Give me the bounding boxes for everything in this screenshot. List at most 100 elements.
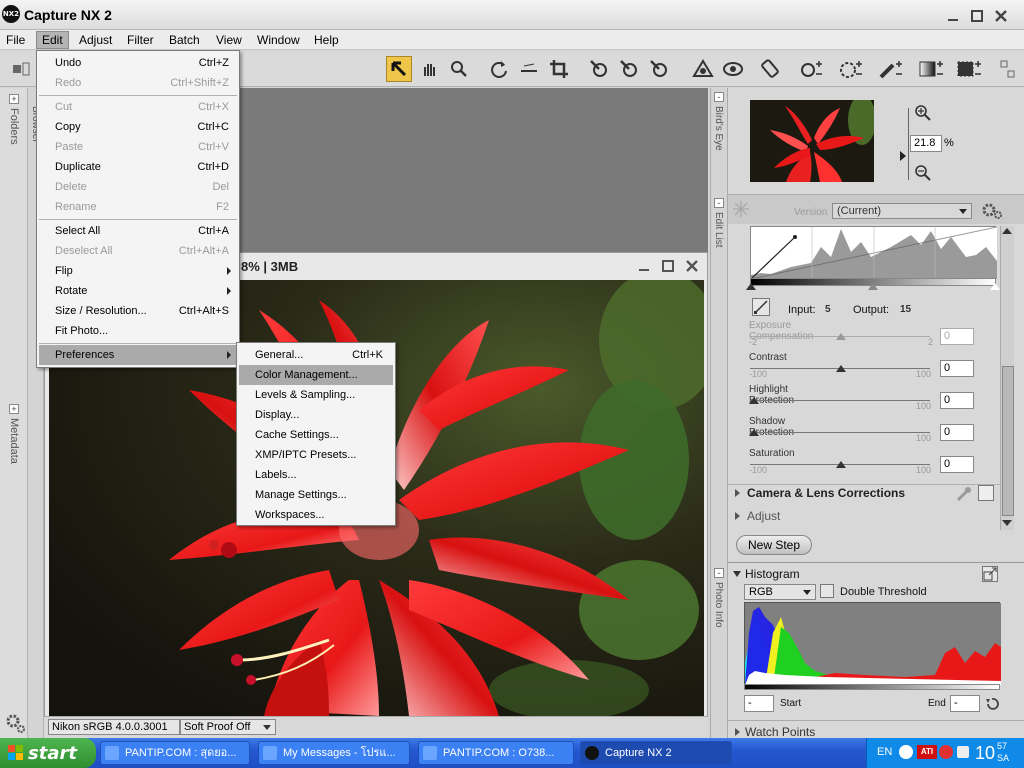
menu-view[interactable]: View <box>216 33 242 47</box>
task-capture-nx2[interactable]: Capture NX 2 <box>580 741 732 765</box>
soft-proof-dropdown[interactable]: Soft Proof Off <box>180 719 276 735</box>
panel-toggle-icon[interactable] <box>8 56 34 82</box>
black-point-handle[interactable] <box>746 283 756 290</box>
highlight-protection-input[interactable]: 0 <box>940 392 974 409</box>
neutral-point-tool-icon[interactable] <box>616 56 642 82</box>
dropper-icon[interactable] <box>956 486 972 502</box>
birds-eye-collapse-icon[interactable]: - <box>714 92 724 102</box>
task-my-messages[interactable]: My Messages - โปรแ... <box>258 741 410 765</box>
birds-eye-thumbnail[interactable] <box>750 100 874 182</box>
camera-lens-corrections[interactable]: Camera & Lens Corrections <box>747 486 905 500</box>
saturation-input[interactable]: 0 <box>940 456 974 473</box>
gradient-tool-icon[interactable] <box>918 56 944 82</box>
adjust-step[interactable]: Adjust <box>747 509 780 523</box>
control-point-icon[interactable] <box>798 56 824 82</box>
language-indicator[interactable]: EN <box>877 746 892 758</box>
pref-general[interactable]: General... Ctrl+K <box>239 345 393 365</box>
curve-tool-icon[interactable] <box>752 298 770 316</box>
menu-adjust[interactable]: Adjust <box>79 33 112 47</box>
shadow-protection-input[interactable]: 0 <box>940 424 974 441</box>
crop-tool-icon[interactable] <box>546 56 572 82</box>
rotate-tool-icon[interactable] <box>486 56 512 82</box>
metadata-expand-icon[interactable]: + <box>9 404 19 414</box>
image-close-button[interactable] <box>681 256 703 276</box>
task-pantip-1[interactable]: PANTIP.COM : สุดยอ... <box>100 741 250 765</box>
folders-expand-icon[interactable]: + <box>9 94 19 104</box>
fill-remove-tool-icon[interactable] <box>956 56 982 82</box>
scroll-up-icon[interactable] <box>1002 228 1012 234</box>
pref-workspaces[interactable]: Workspaces... <box>239 505 393 525</box>
shadow-protection-slider[interactable] <box>750 432 930 433</box>
folders-tab[interactable]: Folders <box>8 108 20 145</box>
expand-arrow-icon[interactable] <box>735 489 740 497</box>
expand-arrow-icon[interactable] <box>735 728 740 736</box>
menu-undo[interactable]: Undo Ctrl+Z <box>39 53 237 73</box>
menu-window[interactable]: Window <box>257 33 300 47</box>
image-minimize-button[interactable] <box>633 256 655 276</box>
zoom-out-icon[interactable] <box>914 164 932 182</box>
image-maximize-button[interactable] <box>657 256 679 276</box>
task-pantip-2[interactable]: PANTIP.COM : O738... <box>418 741 574 765</box>
reset-icon[interactable] <box>984 696 1000 712</box>
pref-labels[interactable]: Labels... <box>239 465 393 485</box>
new-step-button[interactable]: New Step <box>736 535 812 555</box>
edit-list-collapse-icon[interactable]: - <box>714 198 724 208</box>
ati-tray-icon[interactable]: ATI <box>917 745 937 759</box>
pref-color-management[interactable]: Color Management... <box>239 365 393 385</box>
scrollbar-thumb[interactable] <box>1002 366 1014 516</box>
zoom-tool-icon[interactable] <box>446 56 472 82</box>
menu-help[interactable]: Help <box>314 33 339 47</box>
photo-info-collapse-icon[interactable]: - <box>714 568 724 578</box>
histogram-popout-icon[interactable] <box>982 566 998 582</box>
edit-list-scrollbar[interactable] <box>1000 226 1014 530</box>
start-input[interactable]: - <box>744 695 774 712</box>
highlight-protection-thumb[interactable] <box>749 397 759 404</box>
menu-flip[interactable]: Flip <box>39 261 237 281</box>
camera-lens-checkbox[interactable] <box>978 485 994 501</box>
pref-levels-sampling[interactable]: Levels & Sampling... <box>239 385 393 405</box>
end-input[interactable]: - <box>950 695 980 712</box>
version-dropdown[interactable]: (Current) <box>832 203 972 219</box>
channel-dropdown[interactable]: RGB <box>744 584 816 600</box>
pref-manage-settings[interactable]: Manage Settings... <box>239 485 393 505</box>
birds-eye-tab[interactable]: Bird's Eye <box>713 106 724 151</box>
selection-brush-icon[interactable] <box>878 56 904 82</box>
menu-rotate[interactable]: Rotate <box>39 281 237 301</box>
close-button[interactable] <box>990 6 1012 26</box>
red-eye-tool-icon[interactable] <box>690 56 716 82</box>
pref-display[interactable]: Display... <box>239 405 393 425</box>
black-point-tool-icon[interactable] <box>586 56 612 82</box>
zoom-input[interactable]: 21.8 <box>910 135 942 152</box>
menu-copy[interactable]: Copy Ctrl+C <box>39 117 237 137</box>
highlight-protection-slider[interactable] <box>750 400 930 401</box>
straighten-tool-icon[interactable] <box>516 56 542 82</box>
zoom-in-icon[interactable] <box>914 104 932 122</box>
menu-select-all[interactable]: Select All Ctrl+A <box>39 221 237 241</box>
double-threshold-checkbox[interactable] <box>820 584 834 598</box>
menu-preferences[interactable]: Preferences <box>39 345 237 365</box>
menu-filter[interactable]: Filter <box>127 33 154 47</box>
maximize-button[interactable] <box>966 6 988 26</box>
contrast-thumb[interactable] <box>836 365 846 372</box>
saturation-thumb[interactable] <box>836 461 846 468</box>
minimize-button[interactable] <box>942 6 964 26</box>
photo-info-tab[interactable]: Photo Info <box>713 582 724 628</box>
pref-xmp-iptc-presets[interactable]: XMP/IPTC Presets... <box>239 445 393 465</box>
menu-duplicate[interactable]: Duplicate Ctrl+D <box>39 157 237 177</box>
menu-edit[interactable]: Edit <box>36 31 69 49</box>
menu-fit-photo[interactable]: Fit Photo... <box>39 321 237 341</box>
menu-size-resolution[interactable]: Size / Resolution... Ctrl+Alt+S <box>39 301 237 321</box>
watch-points[interactable]: Watch Points <box>745 725 815 739</box>
tray-chevron-icon[interactable] <box>899 745 913 759</box>
levels-curve-graph[interactable] <box>750 226 997 279</box>
auto-retouch-brush-icon[interactable] <box>758 56 784 82</box>
menu-file[interactable]: File <box>6 33 25 47</box>
menu-batch[interactable]: Batch <box>169 33 200 47</box>
white-point-tool-icon[interactable] <box>646 56 672 82</box>
expand-arrow-icon[interactable] <box>735 512 740 520</box>
white-point-handle[interactable] <box>990 283 1000 290</box>
collapse-arrow-icon[interactable] <box>733 571 741 577</box>
contrast-input[interactable]: 0 <box>940 360 974 377</box>
zoom-slider-track[interactable] <box>908 108 909 180</box>
settings-gear-icon[interactable] <box>4 712 26 734</box>
